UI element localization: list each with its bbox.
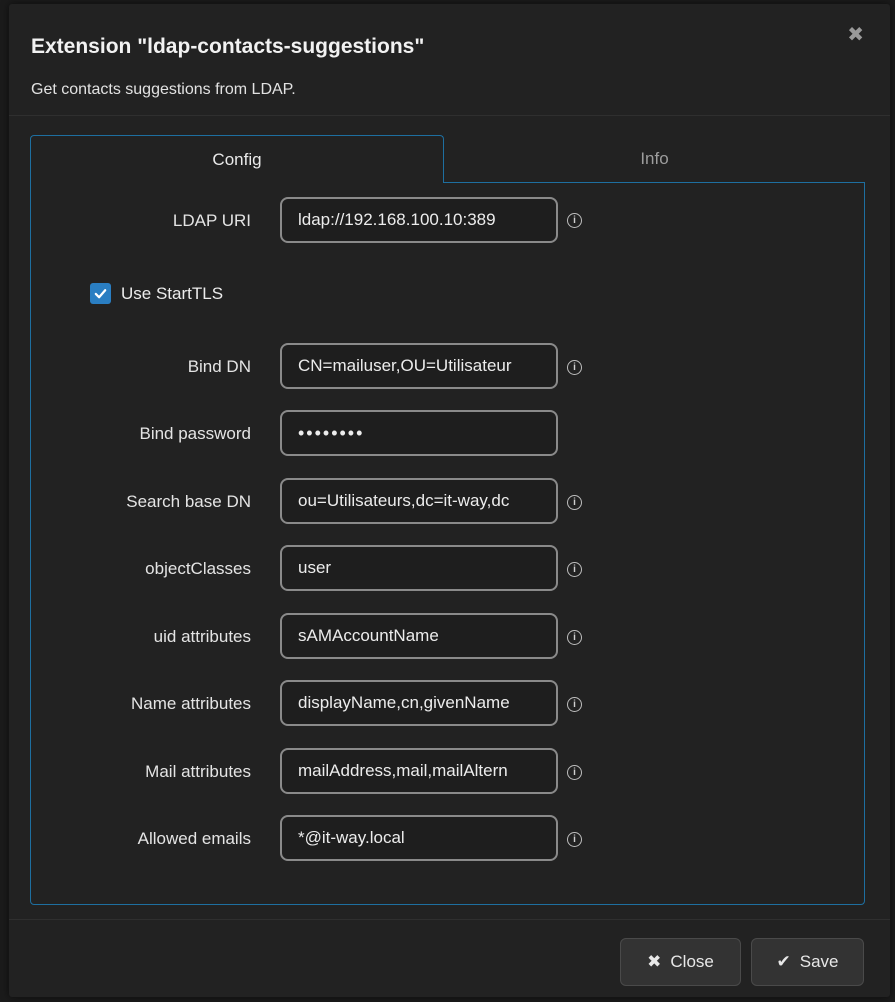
object-classes-info-icon[interactable]: i <box>567 562 582 577</box>
close-icon: ✖ <box>647 952 662 971</box>
name-attributes-field[interactable]: displayName,cn,givenName <box>280 680 558 726</box>
uid-attributes-value: sAMAccountName <box>298 626 439 645</box>
tab-info[interactable]: Info <box>444 135 865 183</box>
modal-description: Get contacts suggestions from LDAP. <box>31 81 296 98</box>
tab-config[interactable]: Config <box>30 135 444 183</box>
ldap-uri-value: ldap://192.168.100.10:389 <box>298 210 496 229</box>
bind-dn-info-icon[interactable]: i <box>567 360 582 375</box>
bind-dn-label: Bind DN <box>187 357 251 376</box>
checkmark-icon <box>94 289 107 299</box>
mail-attributes-info-icon[interactable]: i <box>567 765 582 780</box>
allowed-emails-field[interactable]: *@it-way.local <box>280 815 558 861</box>
checkmark-icon: ✔ <box>776 952 791 971</box>
uid-attributes-field[interactable]: sAMAccountName <box>280 613 558 659</box>
extension-config-modal: Extension "ldap-contacts-suggestions" Ge… <box>9 4 890 997</box>
bind-dn-field[interactable]: CN=mailuser,OU=Utilisateur <box>280 343 558 389</box>
allowed-emails-label: Allowed emails <box>137 829 251 848</box>
modal-title: Extension "ldap-contacts-suggestions" <box>31 35 425 58</box>
mail-attributes-value: mailAddress,mail,mailAltern <box>298 761 508 780</box>
save-button-label: Save <box>799 952 839 971</box>
starttls-checkbox[interactable] <box>90 283 111 304</box>
tab-bar: Config Info <box>30 135 865 183</box>
bind-dn-value: CN=mailuser,OU=Utilisateur <box>298 356 512 375</box>
search-base-dn-value: ou=Utilisateurs,dc=it-way,dc <box>298 491 510 510</box>
save-button[interactable]: ✔ Save <box>751 938 864 986</box>
close-button-label: Close <box>670 952 714 971</box>
bind-password-label: Bind password <box>139 424 251 443</box>
allowed-emails-value: *@it-way.local <box>298 828 405 847</box>
modal-header: Extension "ldap-contacts-suggestions" Ge… <box>9 4 890 116</box>
ldap-uri-label: LDAP URI <box>172 211 251 230</box>
starttls-label: Use StartTLS <box>121 283 224 303</box>
object-classes-field[interactable]: user <box>280 545 558 591</box>
bind-password-field[interactable]: •••••••• <box>280 410 558 456</box>
allowed-emails-info-icon[interactable]: i <box>567 832 582 847</box>
ldap-uri-info-icon[interactable]: i <box>567 213 582 228</box>
search-base-dn-info-icon[interactable]: i <box>567 495 582 510</box>
search-base-dn-label: Search base DN <box>126 492 251 511</box>
uid-attributes-label: uid attributes <box>153 627 251 646</box>
mail-attributes-label: Mail attributes <box>145 762 251 781</box>
close-icon[interactable]: ✖ <box>847 25 864 45</box>
mail-attributes-field[interactable]: mailAddress,mail,mailAltern <box>280 748 558 794</box>
name-attributes-label: Name attributes <box>131 694 251 713</box>
close-button[interactable]: ✖ Close <box>620 938 741 986</box>
search-base-dn-field[interactable]: ou=Utilisateurs,dc=it-way,dc <box>280 478 558 524</box>
uid-attributes-info-icon[interactable]: i <box>567 630 582 645</box>
config-panel: LDAP URI ldap://192.168.100.10:389 i Use… <box>30 182 865 905</box>
starttls-checkbox-row[interactable]: Use StartTLS <box>90 283 223 304</box>
modal-footer: ✖ Close ✔ Save <box>9 919 890 997</box>
bind-password-value: •••••••• <box>298 422 365 443</box>
name-attributes-info-icon[interactable]: i <box>567 697 582 712</box>
ldap-uri-field[interactable]: ldap://192.168.100.10:389 <box>280 197 558 243</box>
object-classes-label: objectClasses <box>145 559 251 578</box>
name-attributes-value: displayName,cn,givenName <box>298 693 510 712</box>
object-classes-value: user <box>298 558 332 577</box>
